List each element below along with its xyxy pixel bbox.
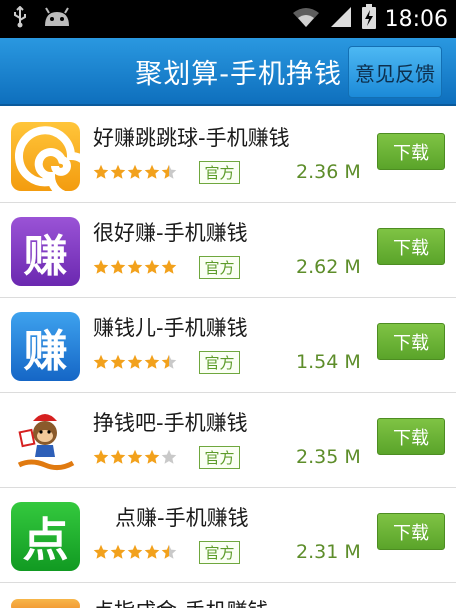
app-icon: [11, 599, 80, 608]
download-button[interactable]: 下载: [377, 323, 445, 360]
rating-stars: [93, 164, 177, 180]
app-name: 很好赚-手机赚钱: [93, 221, 248, 245]
clock: 18:06: [384, 6, 448, 32]
file-size: 1.54 M: [296, 351, 361, 373]
star-full-icon: [144, 259, 160, 274]
star-full-icon: [144, 164, 160, 179]
rating-stars: [93, 259, 177, 275]
feedback-button[interactable]: 意见反馈: [348, 46, 442, 98]
star-full-icon: [93, 164, 109, 179]
signal-icon: [329, 5, 353, 33]
official-badge: 官方: [199, 256, 240, 279]
file-size: 2.36 M: [296, 161, 361, 183]
download-button[interactable]: 下载: [377, 133, 445, 170]
file-size: 2.31 M: [296, 541, 361, 563]
star-full-icon: [110, 259, 126, 274]
download-button[interactable]: 下载: [377, 228, 445, 265]
star-full-icon: [110, 354, 126, 369]
star-full-icon: [127, 354, 143, 369]
star-full-icon: [110, 544, 126, 559]
star-half-icon: [161, 354, 177, 369]
list-item[interactable]: 赚 很好赚-手机赚钱 官方 2.62 M 下载: [0, 203, 456, 298]
file-size: 2.35 M: [296, 446, 361, 468]
wifi-icon: [291, 5, 321, 33]
dian-green-icon: 点: [11, 502, 80, 571]
official-badge: 官方: [199, 351, 240, 374]
rating-stars: [93, 354, 177, 370]
app-name: 挣钱吧-手机赚钱: [93, 411, 248, 435]
star-full-icon: [110, 449, 126, 464]
star-full-icon: [127, 449, 143, 464]
list-item[interactable]: 挣钱吧-手机赚钱 官方 2.35 M 下载: [0, 393, 456, 488]
star-empty-icon: [161, 449, 177, 464]
star-full-icon: [144, 544, 160, 559]
star-full-icon: [127, 544, 143, 559]
monkey-icon: [11, 407, 80, 476]
status-bar: 18:06: [0, 0, 456, 38]
zhuan-blue-icon: 赚: [11, 312, 80, 381]
list-item[interactable]: 赚 赚钱儿-手机赚钱 官方 1.54 M 下载: [0, 298, 456, 393]
star-full-icon: [93, 544, 109, 559]
icon-glyph: 点: [22, 512, 69, 567]
usb-icon: [12, 5, 28, 32]
list-item[interactable]: 好赚跳跳球-手机赚钱 官方 2.36 M 下载: [0, 108, 456, 203]
star-full-icon: [127, 259, 143, 274]
app-name: 点赚-手机赚钱: [115, 506, 249, 530]
star-full-icon: [144, 449, 160, 464]
battery-charging-icon: [361, 4, 377, 34]
star-full-icon: [127, 164, 143, 179]
official-badge: 官方: [199, 446, 240, 469]
app-name: 点指成金-手机赚钱: [93, 595, 269, 608]
app-name: 赚钱儿-手机赚钱: [93, 316, 248, 340]
official-badge: 官方: [199, 161, 240, 184]
file-size: 2.62 M: [296, 256, 361, 278]
spiral-icon: [11, 122, 80, 191]
list-item[interactable]: 点 点赚-手机赚钱 官方 2.31 M 下载: [0, 488, 456, 583]
title-bar: 聚划算-手机挣钱 意见反馈: [0, 38, 456, 106]
download-button[interactable]: 下载: [377, 418, 445, 455]
download-button[interactable]: 下载: [377, 513, 445, 550]
star-full-icon: [161, 259, 177, 274]
star-full-icon: [93, 449, 109, 464]
star-full-icon: [110, 164, 126, 179]
android-icon: [42, 6, 72, 32]
zhuan-purple-icon: 赚: [11, 217, 80, 286]
star-full-icon: [93, 354, 109, 369]
official-badge: 官方: [199, 541, 240, 564]
icon-glyph: 赚: [23, 325, 68, 377]
app-name: 好赚跳跳球-手机赚钱: [93, 126, 290, 150]
app-list: 好赚跳跳球-手机赚钱 官方 2.36 M 下载 赚 很好赚-手机赚钱 官方 2.…: [0, 108, 456, 583]
list-item[interactable]: 点指成金-手机赚钱: [0, 583, 456, 608]
star-full-icon: [93, 259, 109, 274]
star-half-icon: [161, 544, 177, 559]
icon-glyph: 赚: [23, 230, 68, 282]
page-title: 聚划算-手机挣钱: [135, 59, 342, 90]
rating-stars: [93, 544, 177, 560]
star-full-icon: [144, 354, 160, 369]
star-half-icon: [161, 164, 177, 179]
rating-stars: [93, 449, 177, 465]
